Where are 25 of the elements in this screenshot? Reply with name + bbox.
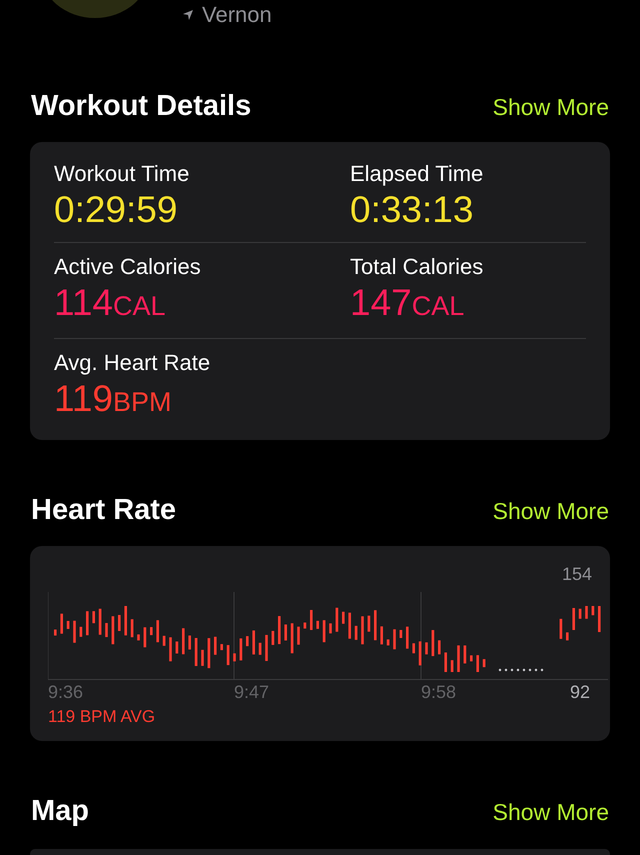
- metric-value: 0:33:13: [350, 188, 474, 232]
- average-label: 119 BPM AVG: [48, 707, 156, 727]
- time-label: 9:47: [234, 682, 270, 703]
- metric-label: Total Calories: [350, 253, 484, 281]
- dotted-gap-line: [498, 668, 544, 672]
- metric-label: Active Calories: [54, 253, 202, 281]
- metric-value: 119BPM: [54, 377, 173, 421]
- metric-label: Workout Time: [54, 160, 190, 188]
- metric-value: 147CAL: [350, 281, 466, 325]
- metric-value: 114CAL: [54, 281, 167, 325]
- show-more-link[interactable]: Show More: [492, 799, 609, 826]
- metric-value: 0:29:59: [54, 188, 178, 232]
- time-label: 9:58: [421, 682, 456, 703]
- time-label: 9:36: [48, 682, 84, 703]
- location-arrow-icon: [182, 9, 194, 21]
- metric-label: Avg. Heart Rate: [54, 349, 212, 377]
- section-title: Map: [31, 795, 89, 828]
- metric-label: Elapsed Time: [350, 160, 484, 188]
- section-title: Heart Rate: [31, 494, 176, 527]
- location-name: Vernon: [202, 2, 272, 28]
- max-label: 154: [562, 564, 592, 586]
- section-title: Workout Details: [31, 90, 252, 123]
- show-more-link[interactable]: Show More: [492, 94, 609, 121]
- min-label: 92: [570, 682, 590, 703]
- show-more-link[interactable]: Show More: [492, 498, 609, 525]
